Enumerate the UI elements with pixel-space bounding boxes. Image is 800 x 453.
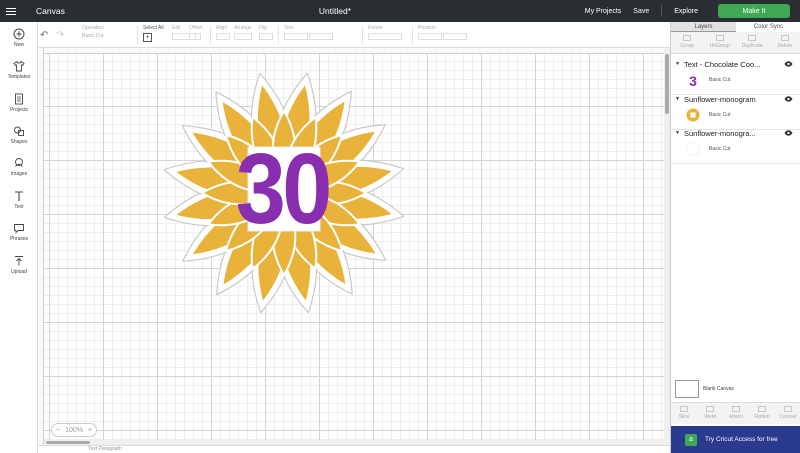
cricut-access-icon: a	[685, 433, 697, 446]
sidebar-item-upload[interactable]: Upload	[0, 255, 38, 275]
upload-icon	[15, 256, 23, 266]
try-cricut-access-banner[interactable]: a Try Cricut Access for free	[671, 426, 800, 453]
size-fields[interactable]: Size	[284, 25, 334, 42]
flip-button[interactable]: Flip	[259, 25, 273, 42]
horizontal-scroll-thumb[interactable]	[46, 441, 90, 444]
speech-bubble-icon	[14, 224, 24, 234]
eye-icon[interactable]	[784, 96, 793, 102]
edit-toolbar: ↶ ↷ Operation Basic Cut Select All + Edi…	[0, 22, 670, 48]
align-button[interactable]: Align	[216, 25, 230, 42]
position-fields[interactable]: Position	[418, 25, 468, 42]
tshirt-icon	[13, 60, 25, 72]
group-button[interactable]: Group	[671, 32, 704, 53]
sidebar-item-projects[interactable]: Projects	[0, 93, 38, 113]
delete-button[interactable]: Delete	[769, 32, 800, 53]
weld-icon	[706, 406, 714, 412]
layer-name[interactable]: Sunflower-monogra...	[684, 129, 776, 138]
sidebar-item-shapes[interactable]: Shapes	[0, 125, 38, 145]
sidebar-item-images[interactable]: Images	[0, 157, 38, 177]
flatten-button[interactable]: Flatten	[749, 403, 775, 424]
trash-icon	[780, 35, 789, 41]
sidebar-item-text[interactable]: Text	[0, 190, 38, 210]
layers-panel: Layers Color Sync Group UnGroup Duplicat…	[670, 22, 800, 453]
eye-icon[interactable]	[784, 130, 793, 136]
slice-button[interactable]: Slice	[671, 403, 697, 424]
sidebar-item-phrases[interactable]: Phrases	[0, 222, 38, 242]
offset-button[interactable]: Offset	[189, 25, 202, 42]
ungroup-icon	[715, 35, 724, 41]
layer-thumbnail-sunflower	[685, 107, 701, 123]
zoom-in-button[interactable]: +	[88, 427, 92, 434]
layer-thumbnail-white	[685, 141, 701, 157]
rotate-field[interactable]: Rotate	[368, 25, 402, 42]
operation-select[interactable]: Operation Basic Cut	[82, 25, 104, 39]
eye-icon[interactable]	[784, 61, 793, 67]
attach-button[interactable]: Attach	[723, 403, 749, 424]
zoom-level: 100%	[65, 426, 83, 434]
tab-layers[interactable]: Layers	[671, 22, 736, 32]
left-ruler	[38, 48, 44, 445]
layer-group[interactable]: ▼ Sunflower-monogra... Basic Cut	[671, 127, 800, 168]
contour-button[interactable]: Contour	[775, 403, 800, 424]
document-title[interactable]: Untitled*	[0, 6, 670, 16]
sidebar-item-new[interactable]: New	[0, 28, 38, 48]
make-it-button[interactable]: Make It	[718, 4, 790, 18]
caret-down-icon[interactable]: ▼	[675, 61, 684, 67]
sunflower-design[interactable]: 30	[158, 67, 410, 319]
select-all-icon: +	[143, 33, 152, 42]
vertical-scroll-thumb[interactable]	[665, 54, 669, 114]
ungroup-button[interactable]: UnGroup	[704, 32, 737, 53]
layer-item[interactable]: Basic Cut	[671, 105, 800, 125]
group-icon	[683, 35, 692, 41]
shapes-icon	[14, 126, 24, 136]
undo-icon[interactable]: ↶	[40, 30, 48, 41]
weld-button[interactable]: Weld	[697, 403, 723, 424]
svg-text:3: 3	[689, 74, 697, 87]
duplicate-icon	[748, 35, 757, 41]
caret-down-icon[interactable]: ▼	[675, 130, 684, 136]
arrange-button[interactable]: Arrange	[234, 25, 252, 42]
layer-name[interactable]: Sunflower-monogram	[684, 95, 776, 104]
save-link[interactable]: Save	[627, 8, 655, 15]
slice-icon	[680, 406, 688, 412]
zoom-control[interactable]: − 100% +	[51, 423, 97, 437]
attach-icon	[732, 406, 740, 412]
layer-name[interactable]: Text - Chocolate Coo...	[684, 60, 776, 69]
contour-icon	[784, 406, 792, 412]
left-sidebar: New Templates Projects Shapes Images Tex…	[0, 22, 38, 453]
explore-link[interactable]: Explore	[668, 8, 704, 15]
tab-color-sync[interactable]: Color Sync	[736, 22, 800, 32]
duplicate-button[interactable]: Duplicate	[736, 32, 769, 53]
design-number-30: 30	[236, 134, 329, 245]
layer-thumbnail-3: 3	[685, 72, 701, 88]
layer-item[interactable]: Basic Cut	[671, 139, 800, 159]
select-all-button[interactable]: Select All +	[143, 25, 164, 42]
caret-down-icon[interactable]: ▼	[675, 96, 684, 102]
zoom-out-button[interactable]: −	[56, 427, 60, 434]
my-projects-link[interactable]: My Projects	[579, 8, 628, 15]
layer-item[interactable]: 3 Basic Cut	[671, 70, 800, 90]
text-icon	[15, 191, 23, 201]
top-ruler	[38, 48, 664, 54]
sidebar-item-templates[interactable]: Templates	[0, 60, 38, 80]
plus-circle-icon	[13, 28, 25, 40]
bottom-strip: Text Paragraph	[38, 445, 670, 453]
canvas-color-swatch[interactable]	[675, 380, 699, 398]
image-icon	[15, 158, 23, 167]
flatten-icon	[758, 406, 766, 412]
blank-canvas-item[interactable]: Blank Canvas	[675, 380, 734, 398]
projects-icon	[15, 93, 23, 105]
redo-icon[interactable]: ↷	[56, 30, 64, 41]
header-divider	[661, 5, 663, 17]
top-bar: Canvas Untitled* My Projects Save Explor…	[0, 0, 800, 22]
